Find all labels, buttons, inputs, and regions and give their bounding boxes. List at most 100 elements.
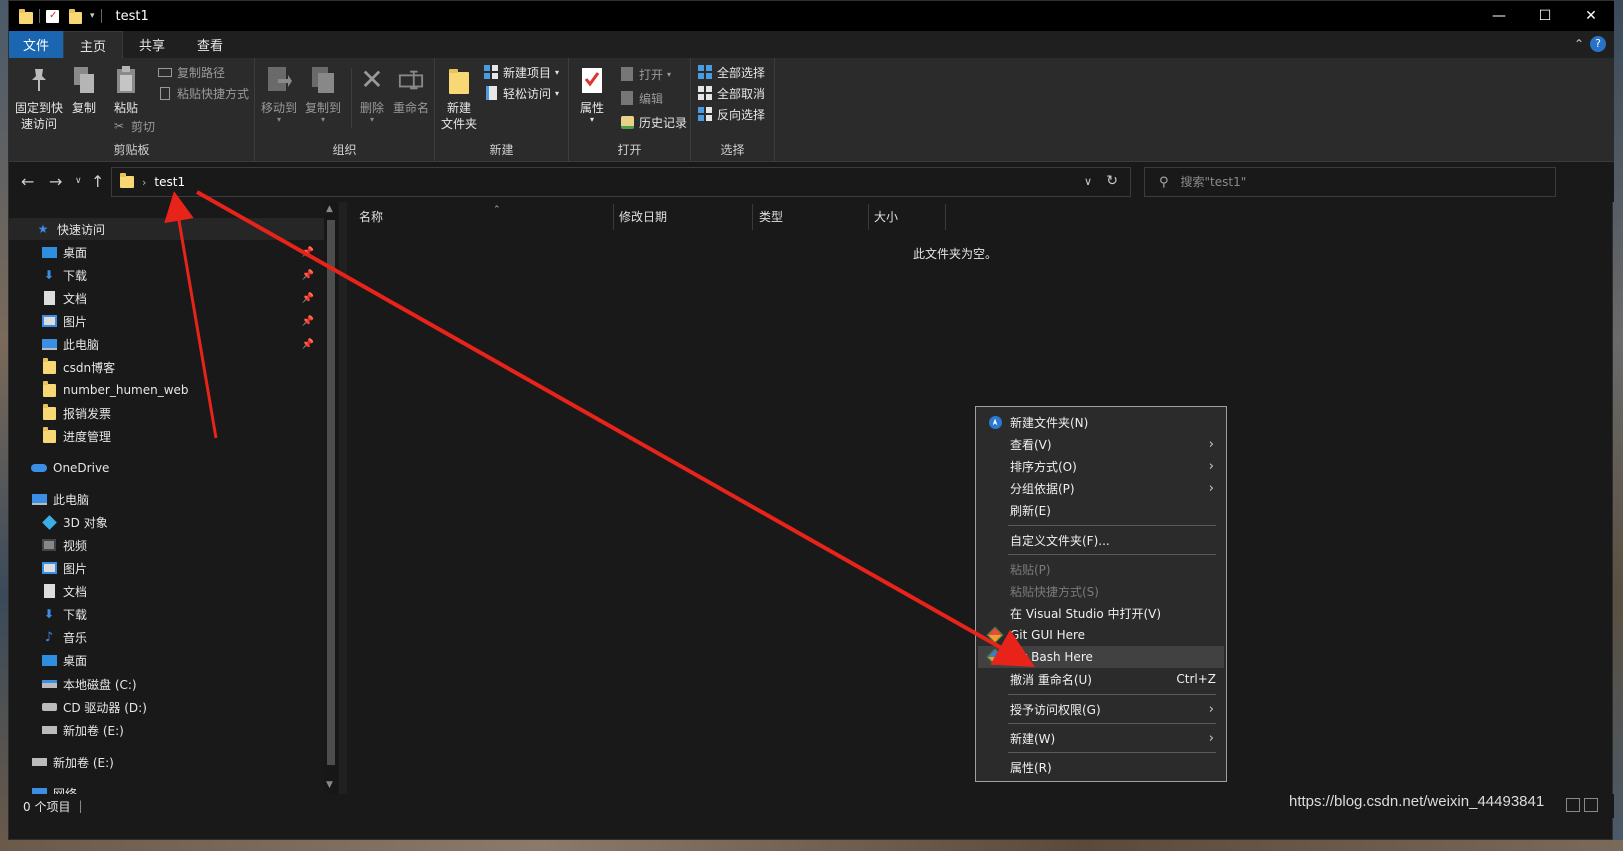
column-header-size[interactable]: 大小 bbox=[874, 208, 944, 228]
sidebar-item-drive-e[interactable]: 新加卷 (E:) bbox=[9, 719, 324, 741]
scroll-up-icon[interactable]: ▲ bbox=[326, 204, 333, 214]
sidebar-item-pc-pictures[interactable]: 图片 bbox=[9, 557, 324, 579]
search-box[interactable]: ⚲ bbox=[1144, 167, 1556, 197]
column-separator[interactable] bbox=[868, 204, 869, 230]
copy-to-button[interactable]: 复制到 ▾ bbox=[305, 64, 341, 124]
sidebar-item-drive-c[interactable]: 本地磁盘 (C:) bbox=[9, 673, 324, 695]
sidebar-item-desktop[interactable]: 桌面 📌 bbox=[9, 241, 324, 263]
cut-button[interactable]: ✂ 剪切 bbox=[111, 116, 155, 136]
sidebar-item-videos[interactable]: 视频 bbox=[9, 534, 324, 556]
menu-item-give-access[interactable]: 授予访问权限(G) › bbox=[978, 698, 1224, 720]
menu-item-refresh[interactable]: 刷新(E) bbox=[978, 499, 1224, 521]
column-separator[interactable] bbox=[752, 204, 753, 230]
tab-view[interactable]: 查看 bbox=[181, 31, 239, 58]
search-input[interactable] bbox=[1180, 175, 1541, 189]
sidebar-item-number-humen-web[interactable]: number_humen_web bbox=[9, 379, 324, 401]
sidebar-item-pc-downloads[interactable]: ⬇ 下载 bbox=[9, 603, 324, 625]
address-dropdown-icon[interactable]: ∨ bbox=[1084, 175, 1092, 188]
sidebar-item-pictures[interactable]: 图片 📌 bbox=[9, 310, 324, 332]
breadcrumb-test1[interactable]: test1 bbox=[154, 175, 185, 189]
menu-item-group-by[interactable]: 分组依据(P) › bbox=[978, 477, 1224, 499]
rename-button[interactable]: 重命名 bbox=[393, 64, 429, 116]
menu-item-git-bash-here[interactable]: Git Bash Here bbox=[978, 646, 1224, 668]
sidebar-item-progress[interactable]: 进度管理 bbox=[9, 425, 324, 447]
menu-item-open-in-visual-studio[interactable]: 在 Visual Studio 中打开(V) bbox=[978, 602, 1224, 624]
minimize-button[interactable]: — bbox=[1476, 1, 1522, 31]
sidebar-item-documents[interactable]: 文档 📌 bbox=[9, 287, 324, 309]
tab-home[interactable]: 主页 bbox=[63, 31, 124, 58]
delete-button[interactable]: ✕ 删除 ▾ bbox=[359, 64, 385, 124]
paste-button[interactable]: 粘贴 bbox=[113, 64, 139, 116]
sidebar-item-volume-e[interactable]: 新加卷 (E:) bbox=[9, 751, 324, 773]
pin-icon bbox=[26, 64, 52, 96]
tab-file[interactable]: 文件 bbox=[9, 31, 64, 58]
new-folder-quick-icon[interactable] bbox=[69, 8, 82, 24]
sidebar-item-label: 此电脑 bbox=[63, 337, 100, 352]
customize-quick-access-icon[interactable]: ▾ bbox=[90, 11, 95, 21]
menu-item-sort-by[interactable]: 排序方式(O) › bbox=[978, 455, 1224, 477]
back-arrow-icon[interactable]: ← bbox=[21, 172, 34, 191]
new-item-button[interactable]: 新建项目 ▾ bbox=[483, 62, 559, 82]
refresh-icon[interactable]: ↻ bbox=[1106, 173, 1118, 189]
address-bar[interactable]: › test1 ∨ ↻ bbox=[111, 167, 1131, 197]
recent-locations-chevron-icon[interactable]: ∨ bbox=[75, 176, 82, 186]
easy-access-button[interactable]: 轻松访问 ▾ bbox=[483, 83, 559, 103]
column-header-type[interactable]: 类型 bbox=[759, 208, 859, 228]
column-header-name[interactable]: 名称 ⌃ bbox=[359, 205, 609, 228]
up-arrow-icon[interactable]: ↑ bbox=[91, 172, 104, 191]
edit-button[interactable]: 编辑 bbox=[619, 88, 663, 108]
sidebar-item-downloads[interactable]: ⬇ 下载 📌 bbox=[9, 264, 324, 286]
sidebar-item-pc-desktop[interactable]: 桌面 bbox=[9, 649, 324, 671]
properties-button[interactable]: 属性 ▾ bbox=[579, 64, 605, 124]
paste-shortcut-button[interactable]: 粘贴快捷方式 bbox=[157, 83, 249, 103]
menu-item-undo-rename[interactable]: 撤消 重命名(U) Ctrl+Z bbox=[978, 668, 1224, 690]
select-all-label: 全部选择 bbox=[717, 65, 766, 80]
column-separator[interactable] bbox=[945, 204, 946, 230]
new-folder-button[interactable]: 新建 文件夹 bbox=[441, 64, 477, 132]
select-none-button[interactable]: 全部取消 bbox=[697, 83, 765, 103]
sidebar-item-pc-documents[interactable]: 文档 bbox=[9, 580, 324, 602]
help-icon[interactable]: ? bbox=[1590, 36, 1606, 52]
copy-path-button[interactable]: 复制路径 bbox=[157, 62, 225, 82]
copy-button[interactable]: 复制 bbox=[71, 64, 97, 116]
column-header-modified[interactable]: 修改日期 bbox=[619, 208, 749, 228]
history-button[interactable]: 历史记录 bbox=[619, 112, 687, 132]
copy-to-label: 复制到 bbox=[305, 101, 342, 115]
menu-item-view[interactable]: 查看(V) › bbox=[978, 433, 1224, 455]
pane-splitter[interactable] bbox=[339, 202, 347, 794]
menu-item-new-folder[interactable]: 新建文件夹(N) bbox=[978, 411, 1224, 433]
move-to-button[interactable]: 移动到 ▾ bbox=[261, 64, 297, 124]
scrollbar-thumb[interactable] bbox=[327, 220, 335, 765]
menu-item-customize-folder[interactable]: 自定义文件夹(F)... bbox=[978, 529, 1224, 551]
navpane-scrollbar[interactable]: ▲ ▼ bbox=[324, 202, 338, 794]
folder-app-icon bbox=[19, 8, 33, 24]
select-all-button[interactable]: 全部选择 bbox=[697, 62, 765, 82]
column-separator[interactable] bbox=[613, 204, 614, 230]
sidebar-item-3d-objects[interactable]: 3D 对象 bbox=[9, 511, 324, 533]
sidebar-item-network[interactable]: 网络 bbox=[9, 782, 324, 794]
sidebar-item-music[interactable]: ♪ 音乐 bbox=[9, 626, 324, 648]
pin-to-quick-access-button[interactable]: 固定到快 速访问 bbox=[15, 64, 63, 132]
sidebar-item-this-pc-quick[interactable]: 此电脑 📌 bbox=[9, 333, 324, 355]
properties-quick-icon[interactable]: ✓ bbox=[46, 9, 59, 23]
scroll-down-icon[interactable]: ▼ bbox=[326, 780, 333, 790]
maximize-button[interactable]: ☐ bbox=[1522, 1, 1568, 31]
menu-item-properties[interactable]: 属性(R) bbox=[978, 756, 1224, 778]
collapse-ribbon-icon[interactable]: ⌃ bbox=[1574, 37, 1584, 51]
sidebar-item-this-pc[interactable]: 此电脑 bbox=[9, 488, 324, 510]
menu-item-new[interactable]: 新建(W) › bbox=[978, 727, 1224, 749]
sidebar-item-drive-d[interactable]: CD 驱动器 (D:) bbox=[9, 696, 324, 718]
details-view-icon[interactable] bbox=[1566, 798, 1580, 812]
breadcrumb-chevron-icon[interactable]: › bbox=[142, 176, 146, 189]
sidebar-item-onedrive[interactable]: OneDrive bbox=[9, 457, 324, 479]
forward-arrow-icon[interactable]: → bbox=[49, 172, 62, 191]
tab-share[interactable]: 共享 bbox=[123, 31, 181, 58]
close-button[interactable]: ✕ bbox=[1568, 1, 1614, 31]
sidebar-item-csdn[interactable]: csdn博客 bbox=[9, 356, 324, 378]
open-button[interactable]: 打开 ▾ bbox=[619, 64, 671, 84]
sidebar-item-invoices[interactable]: 报销发票 bbox=[9, 402, 324, 424]
invert-selection-button[interactable]: 反向选择 bbox=[697, 104, 765, 124]
sidebar-item-quick-access[interactable]: ★ 快速访问 bbox=[9, 218, 324, 240]
large-icons-view-icon[interactable] bbox=[1584, 798, 1598, 812]
menu-item-git-gui-here[interactable]: Git GUI Here bbox=[978, 624, 1224, 646]
